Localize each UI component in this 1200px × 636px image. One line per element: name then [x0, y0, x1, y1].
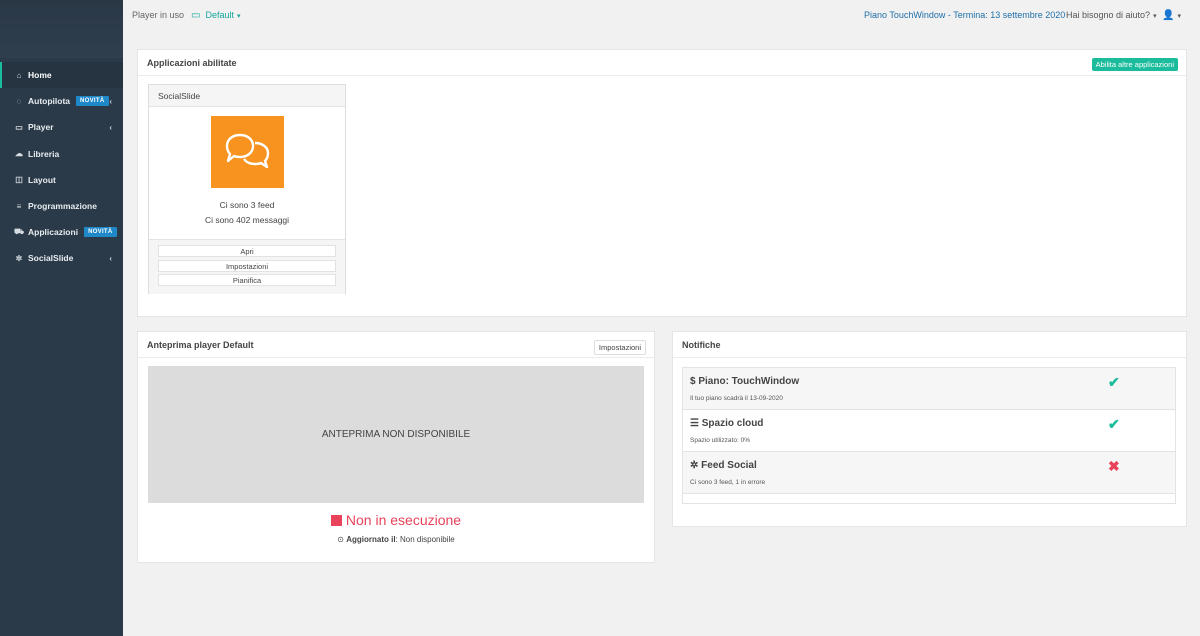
card-title: SocialSlide	[149, 85, 345, 107]
preview-settings-button[interactable]: Impostazioni	[593, 340, 646, 355]
notification-subtitle: Ci sono 3 feed, 1 in errore	[690, 479, 766, 486]
check-icon: ✔	[1108, 416, 1120, 432]
chevron-left-icon: ‹	[109, 96, 112, 106]
sidebar-item-applicazioni[interactable]: ⛟ Applicazioni NOVITÀ	[0, 219, 123, 245]
plan-link[interactable]: Piano TouchWindow - Termina: 13 settembr…	[864, 10, 1065, 20]
help-label: Hai bisogno di aiuto?	[1066, 10, 1151, 20]
dollar-icon: $	[690, 376, 696, 387]
card-actions: Apri Impostazioni Pianifica	[149, 239, 345, 294]
notification-title-text: Feed Social	[701, 460, 757, 471]
notification-item: ☰ Spazio cloud Spazio utilizzato: 0% ✔	[683, 410, 1175, 452]
notification-item: $ Piano: TouchWindow Il tuo piano scadrà…	[683, 368, 1175, 410]
sidebar-item-label: Autopilota	[28, 96, 71, 107]
user-menu[interactable]: 👤 ▾	[1162, 10, 1181, 21]
sidebar-item-player[interactable]: ▭ Player ‹	[0, 114, 123, 140]
notification-title: $ Piano: TouchWindow	[690, 376, 799, 387]
help-dropdown[interactable]: Hai bisogno di aiuto? ▾	[1066, 10, 1157, 20]
caret-down-icon: ▾	[1177, 12, 1181, 20]
check-icon: ✔	[1108, 374, 1120, 390]
panel-title: Anteprima player Default	[138, 332, 654, 358]
player-select-dropdown[interactable]: Default ▾	[205, 10, 240, 20]
cross-icon: ✖	[1108, 458, 1120, 474]
sidebar-item-socialslide[interactable]: ✲ SocialSlide ‹	[0, 245, 123, 271]
spinner-icon: ◌	[16, 96, 22, 106]
sidebar-item-label: Player	[28, 122, 54, 133]
chat-bubbles-icon	[225, 133, 269, 169]
socialslide-app-card: SocialSlide Ci sono 3 feed Ci sono 402 m…	[148, 84, 346, 294]
panel-title: Notifiche	[673, 332, 1186, 358]
sidebar-item-autopilota[interactable]: ◌ Autopilota NOVITÀ ‹	[0, 88, 123, 114]
sidebar-nav: ⌂ Home ◌ Autopilota NOVITÀ ‹ ▭ Player ‹ …	[0, 62, 123, 272]
schedule-button[interactable]: Pianifica	[158, 274, 336, 286]
notification-title-text: Spazio cloud	[701, 418, 764, 429]
sidebar-item-layout[interactable]: ◫ Layout	[0, 167, 123, 193]
layout-icon: ◫	[15, 175, 23, 185]
notification-title-text: Piano: TouchWindow	[698, 376, 800, 387]
sidebar: ⌂ Home ◌ Autopilota NOVITÀ ‹ ▭ Player ‹ …	[0, 0, 123, 636]
pinwheel-icon: ✲	[15, 253, 23, 263]
sidebar-item-programmazione[interactable]: ≡ Programmazione	[0, 193, 123, 219]
player-status: Non in esecuzione	[137, 512, 655, 528]
caret-down-icon: ▾	[237, 13, 241, 20]
settings-button[interactable]: Impostazioni	[158, 260, 336, 272]
pinwheel-icon: ✲	[690, 460, 699, 471]
sidebar-logo-area	[0, 0, 123, 58]
status-square-icon	[330, 515, 342, 526]
sidebar-item-label: SocialSlide	[28, 253, 74, 264]
home-icon: ⌂	[16, 70, 22, 80]
open-button[interactable]: Apri	[158, 245, 336, 257]
sidebar-item-label: Programmazione	[28, 201, 97, 212]
topbar: Player in uso ▭ Default ▾ Piano TouchWind…	[123, 0, 1200, 30]
messages-count: Ci sono 402 messaggi	[204, 215, 290, 225]
chevron-left-icon: ‹	[109, 253, 112, 263]
user-icon: 👤	[1162, 9, 1175, 21]
cloud-icon: ☁	[15, 149, 23, 159]
notification-subtitle: Il tuo piano scadrà il 13-09-2020	[690, 395, 783, 402]
sidebar-item-label: Applicazioni	[28, 227, 79, 238]
database-icon: ☰	[690, 418, 699, 429]
notification-title: ✲ Feed Social	[690, 460, 757, 471]
new-badge: NOVITÀ	[76, 96, 109, 107]
notifications-list: $ Piano: TouchWindow Il tuo piano scadrà…	[682, 367, 1176, 504]
list-icon: ≡	[16, 201, 22, 211]
enable-more-apps-button[interactable]: Abilita altre applicazioni	[1091, 58, 1178, 71]
updated-value: : Non disponibile	[395, 535, 455, 544]
sidebar-item-libreria[interactable]: ☁ Libreria	[0, 141, 123, 167]
notification-title: ☰ Spazio cloud	[690, 418, 763, 429]
updated-label: Aggiornato il	[346, 535, 396, 544]
sidebar-item-label: Layout	[28, 174, 56, 185]
sidebar-item-label: Home	[28, 70, 52, 81]
sidebar-item-label: Libreria	[28, 148, 60, 159]
last-updated: ⊙ Aggiornato il: Non disponibile	[137, 535, 655, 544]
panel-title: Applicazioni abilitate	[138, 50, 1186, 76]
monitor-icon: ▭	[191, 9, 201, 21]
preview-unavailable-text: ANTEPRIMA NON DISPONIBILE	[321, 429, 471, 440]
clock-icon: ⊙	[337, 535, 347, 544]
feeds-count: Ci sono 3 feed	[219, 200, 275, 210]
monitor-icon: ▭	[15, 122, 23, 132]
cart-icon: ⛟	[13, 227, 25, 237]
notification-item: ✲ Feed Social Ci sono 3 feed, 1 in error…	[683, 452, 1175, 494]
socialslide-logo	[211, 116, 284, 188]
player-name: Default	[205, 10, 235, 20]
player-in-uso-label: Player in uso	[132, 10, 185, 20]
notification-subtitle: Spazio utilizzato: 0%	[690, 437, 750, 444]
status-text: Non in esecuzione	[345, 512, 462, 528]
chevron-left-icon: ‹	[109, 122, 112, 132]
sidebar-item-home[interactable]: ⌂ Home	[0, 62, 123, 89]
caret-down-icon: ▾	[1153, 13, 1157, 20]
player-preview: ANTEPRIMA NON DISPONIBILE	[148, 366, 644, 503]
new-badge: NOVITÀ	[84, 227, 117, 238]
